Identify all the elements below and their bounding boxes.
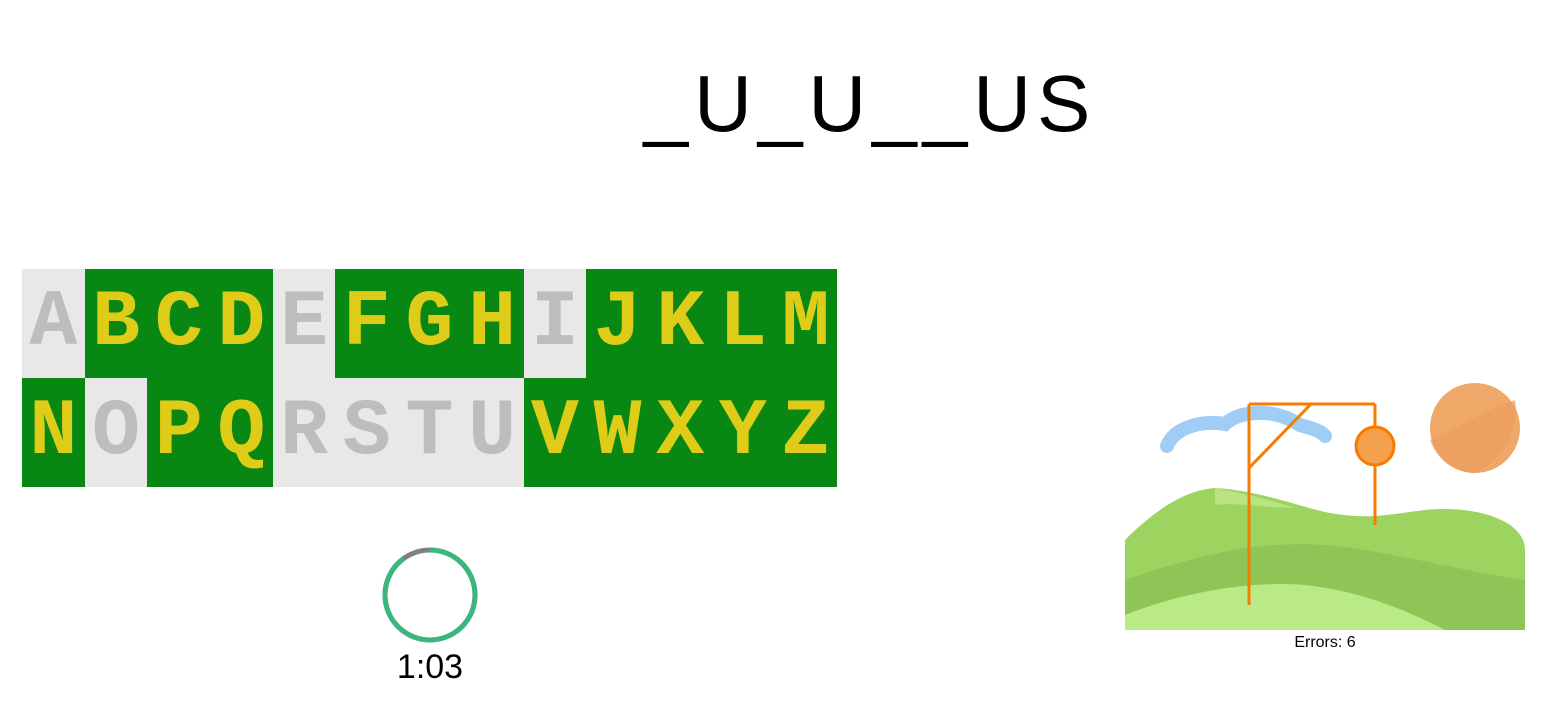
key-z[interactable]: Z [774,378,837,487]
word-display: _U_U__US [643,59,1097,148]
key-j[interactable]: J [586,269,649,378]
key-v[interactable]: V [523,378,587,487]
key-u: U [460,378,524,487]
key-w[interactable]: W [586,378,649,487]
cloud-icon [1160,405,1332,453]
key-d[interactable]: D [210,269,273,378]
key-e: E [272,269,336,378]
key-b[interactable]: B [84,269,148,378]
key-a: A [22,269,85,378]
key-m[interactable]: M [774,269,837,378]
key-r: R [272,378,336,487]
key-o: O [84,378,148,487]
hills-icon [1125,488,1525,630]
errors-counter: Errors: 6 [1294,634,1356,651]
key-q[interactable]: Q [210,378,273,487]
timer-progress [382,547,478,643]
letter-keyboard: ABCDEFGHIJKLM NOPQRSTUVWXYZ [22,269,837,487]
key-l[interactable]: L [711,269,775,378]
hangman-scene [1125,383,1525,630]
key-s: S [335,378,399,487]
hangman-head [1354,425,1396,467]
key-h[interactable]: H [460,269,524,378]
key-k[interactable]: K [648,269,712,378]
key-t: T [398,378,461,487]
timer-ring [382,547,478,643]
key-c[interactable]: C [147,269,211,378]
key-y[interactable]: Y [711,378,775,487]
timer-text: 1:03 [396,648,464,686]
key-g[interactable]: G [398,269,461,378]
key-x[interactable]: X [648,378,712,487]
key-i: I [523,269,587,378]
key-p[interactable]: P [147,378,211,487]
key-f[interactable]: F [335,269,399,378]
key-n[interactable]: N [22,378,85,487]
hangman-game: _U_U__US ABCDEFGHIJKLM NOPQRSTUVWXYZ 1:03… [0,0,1559,713]
